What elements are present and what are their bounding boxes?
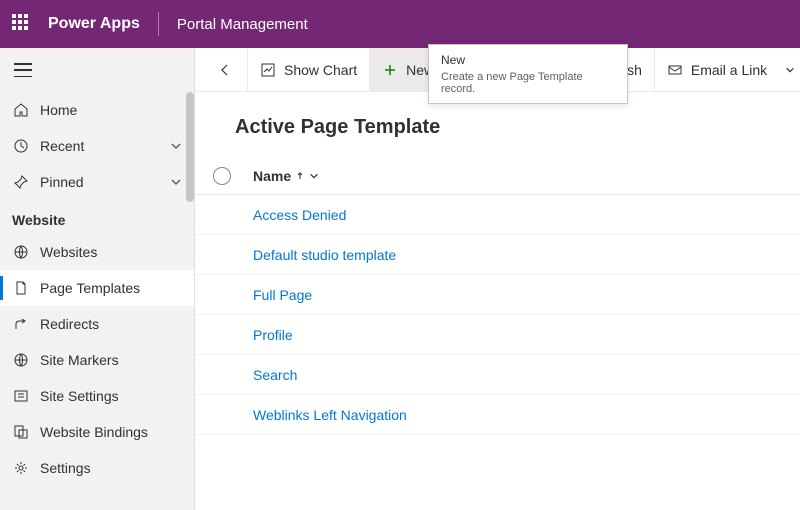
- chevron-down-icon: [785, 65, 795, 75]
- table-row: Search: [195, 355, 800, 395]
- sort-up-icon: [295, 171, 305, 181]
- chevron-down-icon: [170, 140, 182, 152]
- select-all-checkbox[interactable]: [213, 167, 231, 185]
- table-row: Default studio template: [195, 235, 800, 275]
- grid-body: Access Denied Default studio template Full…: [195, 195, 800, 435]
- nav-websites[interactable]: Websites: [0, 234, 194, 270]
- column-header-name[interactable]: Name: [253, 168, 319, 184]
- binding-icon: [12, 424, 30, 440]
- nav-website-bindings[interactable]: Website Bindings: [0, 414, 194, 450]
- nav-label: Redirects: [40, 316, 182, 332]
- top-bar: Power Apps Portal Management: [0, 0, 800, 48]
- nav-label: Settings: [40, 460, 182, 476]
- email-link-button[interactable]: Email a Link: [655, 48, 779, 92]
- back-button[interactable]: [203, 48, 248, 92]
- nav-page-templates[interactable]: Page Templates: [0, 270, 194, 306]
- nav-label: Site Settings: [40, 388, 182, 404]
- gear-icon: [12, 460, 30, 476]
- sidebar: Home Recent Pinned Website Websit: [0, 48, 195, 510]
- app-launcher-icon[interactable]: [12, 14, 32, 34]
- pin-icon: [12, 174, 30, 190]
- email-split-button[interactable]: [779, 48, 800, 92]
- tooltip-body: Create a new Page Template record.: [441, 71, 615, 95]
- chevron-down-icon: [309, 171, 319, 181]
- table-row: Profile: [195, 315, 800, 355]
- nav-redirects[interactable]: Redirects: [0, 306, 194, 342]
- show-chart-button[interactable]: Show Chart: [248, 48, 370, 92]
- plus-icon: [382, 62, 398, 78]
- nav-label: Home: [40, 102, 182, 118]
- nav-pinned[interactable]: Pinned: [0, 164, 194, 200]
- record-link[interactable]: Full Page: [253, 287, 312, 303]
- settings-list-icon: [12, 388, 30, 404]
- divider: [158, 12, 159, 36]
- nav-label: Websites: [40, 244, 182, 260]
- globe-icon: [12, 244, 30, 260]
- record-link[interactable]: Default studio template: [253, 247, 396, 263]
- nav-section-website: Website: [0, 200, 194, 234]
- record-link[interactable]: Search: [253, 367, 297, 383]
- nav-site-markers[interactable]: Site Markers: [0, 342, 194, 378]
- chevron-down-icon: [170, 176, 182, 188]
- cmd-label: Show Chart: [284, 62, 357, 78]
- table-row: Full Page: [195, 275, 800, 315]
- nav-settings[interactable]: Settings: [0, 450, 194, 486]
- nav-site-settings[interactable]: Site Settings: [0, 378, 194, 414]
- scrollbar[interactable]: [186, 48, 194, 510]
- tooltip-title: New: [441, 53, 615, 67]
- hamburger-button[interactable]: [0, 48, 194, 92]
- page-icon: [12, 280, 30, 296]
- record-link[interactable]: Access Denied: [253, 207, 346, 223]
- home-icon: [12, 102, 30, 118]
- grid-header: Name: [195, 157, 800, 195]
- table-row: Access Denied: [195, 195, 800, 235]
- table-row: Weblinks Left Navigation: [195, 395, 800, 435]
- nav-label: Website Bindings: [40, 424, 182, 440]
- nav-home[interactable]: Home: [0, 92, 194, 128]
- main-area: Show Chart New Delete: [195, 48, 800, 510]
- clock-icon: [12, 138, 30, 154]
- record-link[interactable]: Profile: [253, 327, 293, 343]
- nav-recent[interactable]: Recent: [0, 128, 194, 164]
- nav-label: Pinned: [40, 174, 170, 190]
- brand-label: Power Apps: [48, 15, 140, 33]
- mail-icon: [667, 62, 683, 78]
- record-link[interactable]: Weblinks Left Navigation: [253, 407, 407, 423]
- globe-icon: [12, 352, 30, 368]
- nav-label: Page Templates: [40, 280, 182, 296]
- nav-label: Site Markers: [40, 352, 182, 368]
- nav-label: Recent: [40, 138, 170, 154]
- cmd-label: Email a Link: [691, 62, 767, 78]
- app-title: Portal Management: [177, 16, 308, 33]
- back-arrow-icon: [217, 62, 233, 78]
- chart-icon: [260, 62, 276, 78]
- column-label: Name: [253, 168, 291, 184]
- redirect-icon: [12, 316, 30, 332]
- new-tooltip: New Create a new Page Template record.: [428, 48, 628, 104]
